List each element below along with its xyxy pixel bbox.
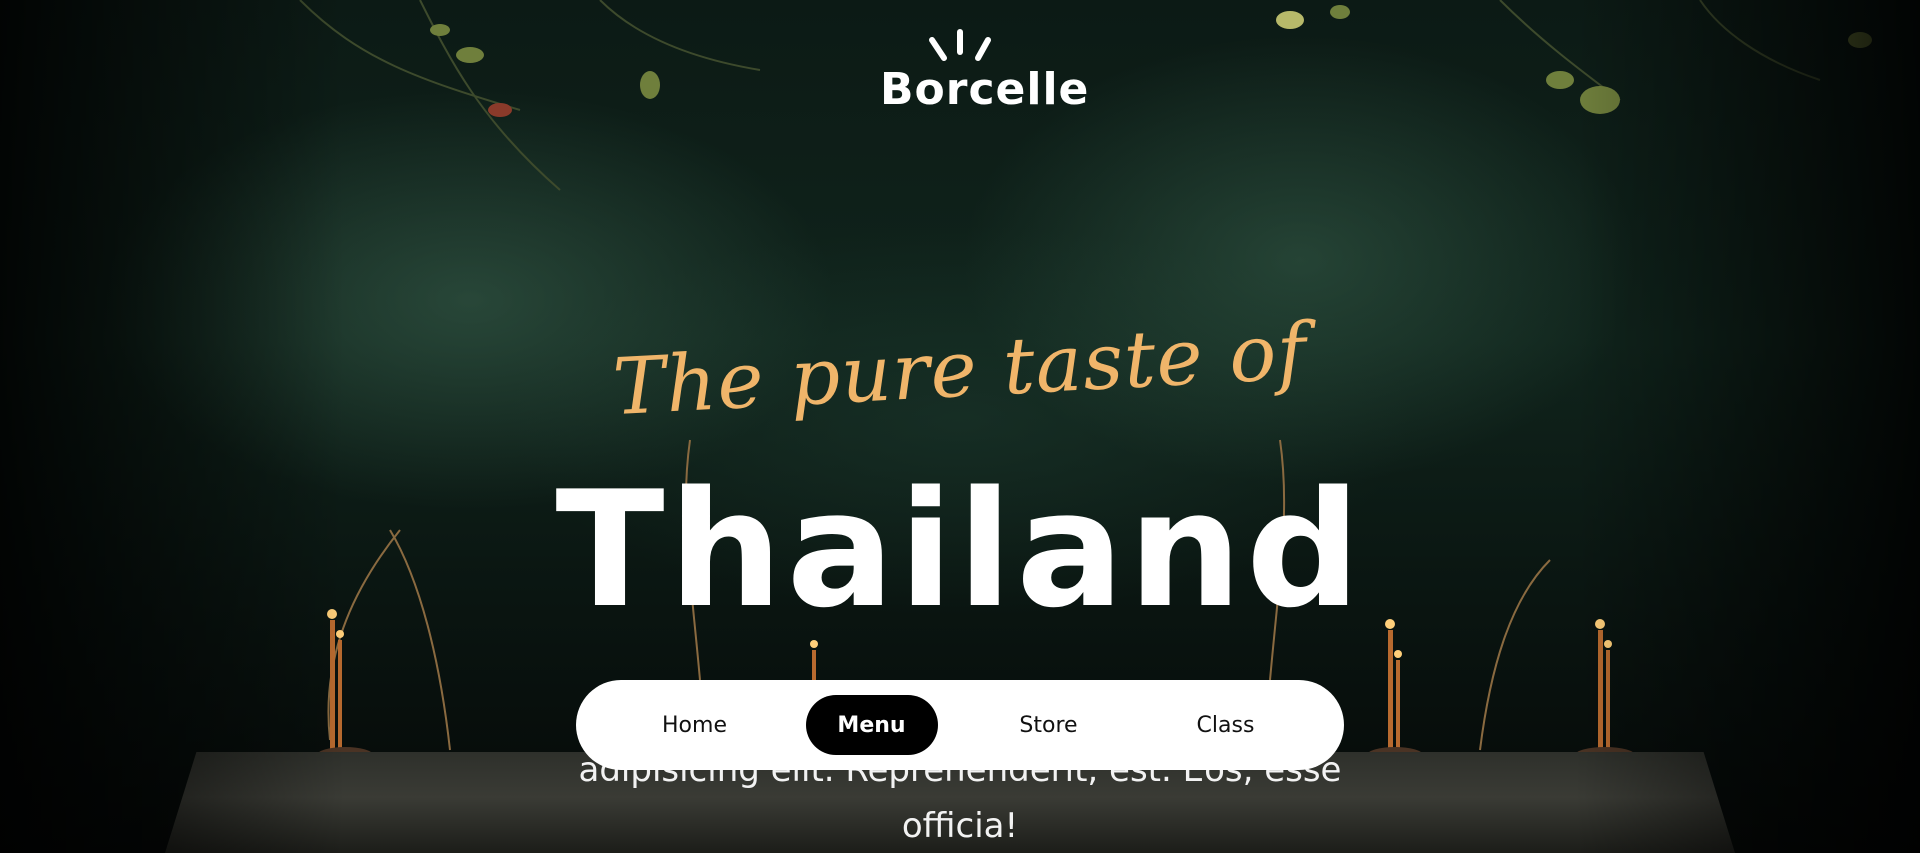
nav-item-menu[interactable]: Menu xyxy=(805,695,938,755)
brand-logo[interactable]: Borcelle xyxy=(880,28,1090,118)
hero-headline: Thailand xyxy=(555,456,1365,643)
logo-text: Borcelle xyxy=(880,64,1090,115)
nav-item-store[interactable]: Store xyxy=(983,695,1115,755)
nav-item-class[interactable]: Class xyxy=(1160,695,1292,755)
logo-rays-icon xyxy=(929,29,991,61)
nav-item-home[interactable]: Home xyxy=(629,695,761,755)
hero-section: Borcelle The pure taste of Thailand adip… xyxy=(0,0,1920,853)
hero-body-line-2: officia! xyxy=(901,806,1019,846)
main-navigation: Home Menu Store Class xyxy=(576,680,1344,770)
